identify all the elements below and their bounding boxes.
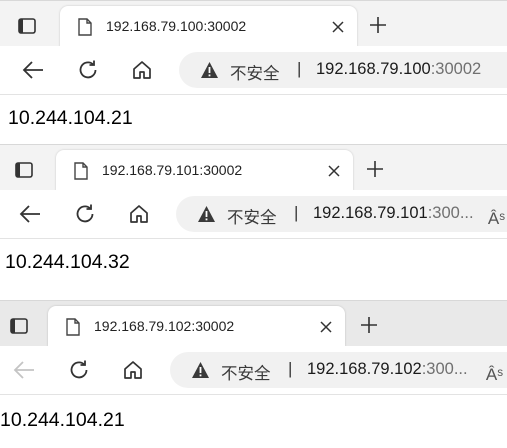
tab-strip: 192.168.79.101:30002 xyxy=(0,144,507,191)
close-tab-button[interactable] xyxy=(323,160,345,182)
home-button[interactable] xyxy=(125,200,153,228)
new-tab-button[interactable] xyxy=(363,157,387,181)
back-button[interactable] xyxy=(16,200,44,228)
back-arrow-icon xyxy=(19,205,40,223)
page-icon xyxy=(77,18,93,36)
tab-actions-button[interactable] xyxy=(1,311,37,341)
toolbar: 不安全 | 192.168.79.100:30002 xyxy=(0,46,507,95)
home-icon xyxy=(124,361,142,379)
close-icon xyxy=(320,321,332,333)
new-tab-button[interactable] xyxy=(366,13,390,37)
url-host: 192.168.79.100 xyxy=(316,60,431,78)
security-label[interactable]: 不安全 xyxy=(230,60,280,84)
home-icon xyxy=(133,61,151,79)
address-bar[interactable]: 不安全 | 192.168.79.102:300... Âˢ xyxy=(170,352,507,388)
warning-triangle-icon[interactable] xyxy=(197,205,216,223)
home-button[interactable] xyxy=(128,56,156,84)
tab-actions-button[interactable] xyxy=(6,155,42,185)
toolbar: 不安全 | 192.168.79.102:300... Âˢ xyxy=(0,346,507,395)
url-port: :30002 xyxy=(430,60,482,78)
warning-triangle-icon[interactable] xyxy=(200,61,219,79)
url-port: :300... xyxy=(421,360,468,378)
refresh-button[interactable] xyxy=(74,56,102,84)
close-tab-button[interactable] xyxy=(327,16,349,38)
address-bar[interactable]: 不安全 | 192.168.79.100:30002 xyxy=(179,52,507,88)
tab-actions-icon xyxy=(15,162,33,178)
url-host: 192.168.79.101 xyxy=(313,204,428,222)
warning-triangle-icon[interactable] xyxy=(191,361,210,379)
toolbar: 不安全 | 192.168.79.101:300... Âˢ xyxy=(0,190,507,239)
url-text[interactable]: 192.168.79.101:300... xyxy=(313,204,474,223)
security-label[interactable]: 不安全 xyxy=(221,360,271,384)
page-content-text: 10.244.104.21 xyxy=(0,409,125,431)
address-separator: | xyxy=(288,359,293,378)
tab-active[interactable]: 192.168.79.102:30002 xyxy=(48,306,345,347)
close-tab-button[interactable] xyxy=(315,316,337,338)
read-aloud-icon[interactable]: Âˢ xyxy=(486,365,503,385)
read-aloud-icon[interactable]: Âˢ xyxy=(488,209,505,229)
address-separator: | xyxy=(297,59,302,78)
back-button[interactable] xyxy=(19,56,47,84)
tab-strip: 192.168.79.102:30002 xyxy=(0,300,507,347)
tab-active[interactable]: 192.168.79.100:30002 xyxy=(60,6,357,47)
page-icon xyxy=(73,162,89,180)
plus-icon xyxy=(367,161,383,177)
browser-window-2: 192.168.79.101:30002 不安全 | 192.168.79.10… xyxy=(0,144,507,292)
address-bar[interactable]: 不安全 | 192.168.79.101:300... Âˢ xyxy=(176,196,507,232)
tab-strip: 192.168.79.100:30002 xyxy=(0,0,507,47)
security-label[interactable]: 不安全 xyxy=(227,204,277,228)
browser-window-3: 192.168.79.102:30002 不安全 | 192.168.79.10… xyxy=(0,300,507,448)
tab-actions-button[interactable] xyxy=(9,11,45,41)
refresh-icon xyxy=(76,204,94,223)
tab-actions-icon xyxy=(18,18,36,34)
close-icon xyxy=(328,165,340,177)
plus-icon xyxy=(361,317,377,333)
new-tab-button[interactable] xyxy=(357,313,381,337)
browser-window-1: 192.168.79.100:30002 不安全 | 192.168.79.10… xyxy=(0,0,507,140)
address-separator: | xyxy=(294,203,299,222)
tab-title: 192.168.79.101:30002 xyxy=(102,162,243,178)
refresh-icon xyxy=(70,360,88,379)
back-arrow-icon xyxy=(13,361,34,379)
page-icon xyxy=(65,318,81,336)
url-port: :300... xyxy=(427,204,474,222)
refresh-icon xyxy=(79,60,97,79)
back-button[interactable] xyxy=(10,356,38,384)
page-content-text: 10.244.104.21 xyxy=(8,107,133,129)
tab-actions-icon xyxy=(10,318,28,334)
refresh-button[interactable] xyxy=(71,200,99,228)
page-content-text: 10.244.104.32 xyxy=(5,251,130,273)
url-host: 192.168.79.102 xyxy=(307,360,422,378)
plus-icon xyxy=(370,17,386,33)
home-icon xyxy=(130,205,148,223)
url-text[interactable]: 192.168.79.100:30002 xyxy=(316,60,481,79)
back-arrow-icon xyxy=(22,61,43,79)
close-icon xyxy=(332,21,344,33)
home-button[interactable] xyxy=(119,356,147,384)
tab-title: 192.168.79.100:30002 xyxy=(106,18,247,34)
tab-title: 192.168.79.102:30002 xyxy=(94,318,235,334)
tab-active[interactable]: 192.168.79.101:30002 xyxy=(56,150,353,191)
refresh-button[interactable] xyxy=(65,356,93,384)
url-text[interactable]: 192.168.79.102:300... xyxy=(307,360,468,379)
